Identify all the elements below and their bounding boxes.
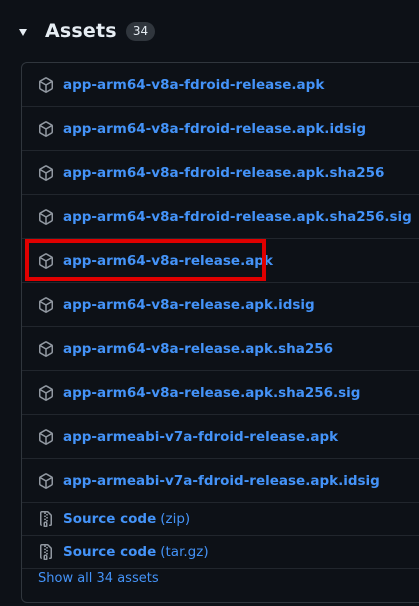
asset-row[interactable]: app-armeabi-v7a-fdroid-release.apk.idsig (22, 459, 419, 503)
source-code-zip-link[interactable]: Source code (63, 511, 156, 527)
asset-link[interactable]: app-arm64-v8a-fdroid-release.apk.idsig (63, 121, 366, 137)
asset-link[interactable]: app-arm64-v8a-fdroid-release.apk.sha256 (63, 165, 384, 181)
package-icon (38, 164, 54, 181)
source-code-targz-link[interactable]: Source code (63, 544, 156, 560)
file-zip-icon (38, 511, 54, 527)
package-icon (38, 384, 54, 401)
package-icon (38, 76, 54, 93)
asset-link[interactable]: app-armeabi-v7a-fdroid-release.apk.idsig (63, 473, 380, 489)
source-zip-row[interactable]: Source code (zip) (22, 503, 419, 536)
package-icon (38, 120, 54, 137)
source-code-zip-ext: (zip) (160, 511, 191, 527)
assets-title: Assets (45, 20, 117, 42)
triangle-down-icon[interactable] (19, 28, 27, 36)
asset-row[interactable]: app-arm64-v8a-fdroid-release.apk.sha256 (22, 151, 419, 195)
asset-link[interactable]: app-armeabi-v7a-fdroid-release.apk (63, 429, 338, 445)
asset-link[interactable]: app-arm64-v8a-fdroid-release.apk.sha256.… (63, 209, 412, 225)
asset-row[interactable]: app-armeabi-v7a-fdroid-release.apk (22, 415, 419, 459)
asset-link[interactable]: app-arm64-v8a-release.apk (63, 253, 273, 269)
file-zip-icon (38, 544, 54, 560)
assets-count-badge: 34 (125, 21, 156, 41)
show-all-assets-link[interactable]: Show all 34 assets (38, 571, 159, 586)
package-icon (38, 428, 54, 445)
asset-row[interactable]: app-arm64-v8a-fdroid-release.apk.sha256.… (22, 195, 419, 239)
source-code-targz-ext: (tar.gz) (160, 544, 209, 560)
assets-list: app-arm64-v8a-fdroid-release.apk app-arm… (21, 62, 419, 603)
asset-link[interactable]: app-arm64-v8a-release.apk.idsig (63, 297, 315, 313)
package-icon (38, 208, 54, 225)
asset-row[interactable]: app-arm64-v8a-release.apk.sha256 (22, 327, 419, 371)
package-icon (38, 472, 54, 489)
asset-link[interactable]: app-arm64-v8a-release.apk.sha256 (63, 341, 333, 357)
assets-header[interactable]: Assets 34 (19, 14, 156, 48)
asset-link[interactable]: app-arm64-v8a-fdroid-release.apk (63, 77, 324, 93)
asset-row[interactable]: app-arm64-v8a-fdroid-release.apk.idsig (22, 107, 419, 151)
asset-row[interactable]: app-arm64-v8a-release.apk.sha256.sig (22, 371, 419, 415)
package-icon (38, 340, 54, 357)
package-icon (38, 252, 54, 269)
asset-row[interactable]: app-arm64-v8a-fdroid-release.apk (22, 63, 419, 107)
source-targz-row[interactable]: Source code (tar.gz) (22, 536, 419, 569)
package-icon (38, 296, 54, 313)
asset-row[interactable]: app-arm64-v8a-release.apk.idsig (22, 283, 419, 327)
asset-link[interactable]: app-arm64-v8a-release.apk.sha256.sig (63, 385, 360, 401)
asset-row[interactable]: app-arm64-v8a-release.apk (22, 239, 419, 283)
